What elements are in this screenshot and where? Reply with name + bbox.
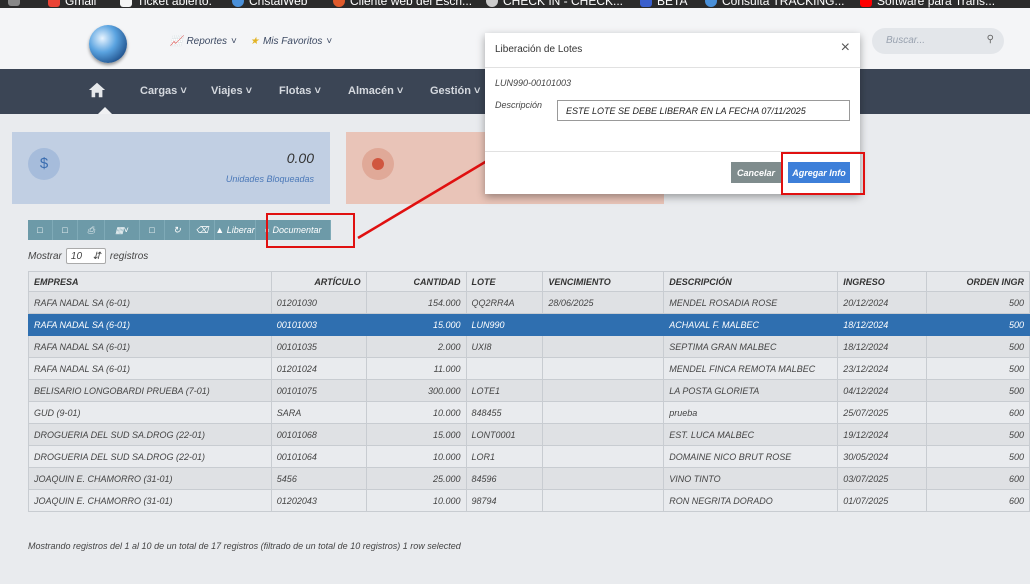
description-label: Descripción xyxy=(495,100,543,110)
description-input[interactable]: ESTE LOTE SE DEBE LIBERAR EN LA FECHA 07… xyxy=(557,100,850,121)
lote-code: LUN990-00101003 xyxy=(495,78,572,88)
modal-divider xyxy=(485,67,860,68)
modal-title: Liberación de Lotes xyxy=(495,44,583,55)
close-icon[interactable]: × xyxy=(841,39,850,57)
cancel-button[interactable]: Cancelar xyxy=(731,162,781,183)
highlight-box-add-info xyxy=(781,152,865,195)
